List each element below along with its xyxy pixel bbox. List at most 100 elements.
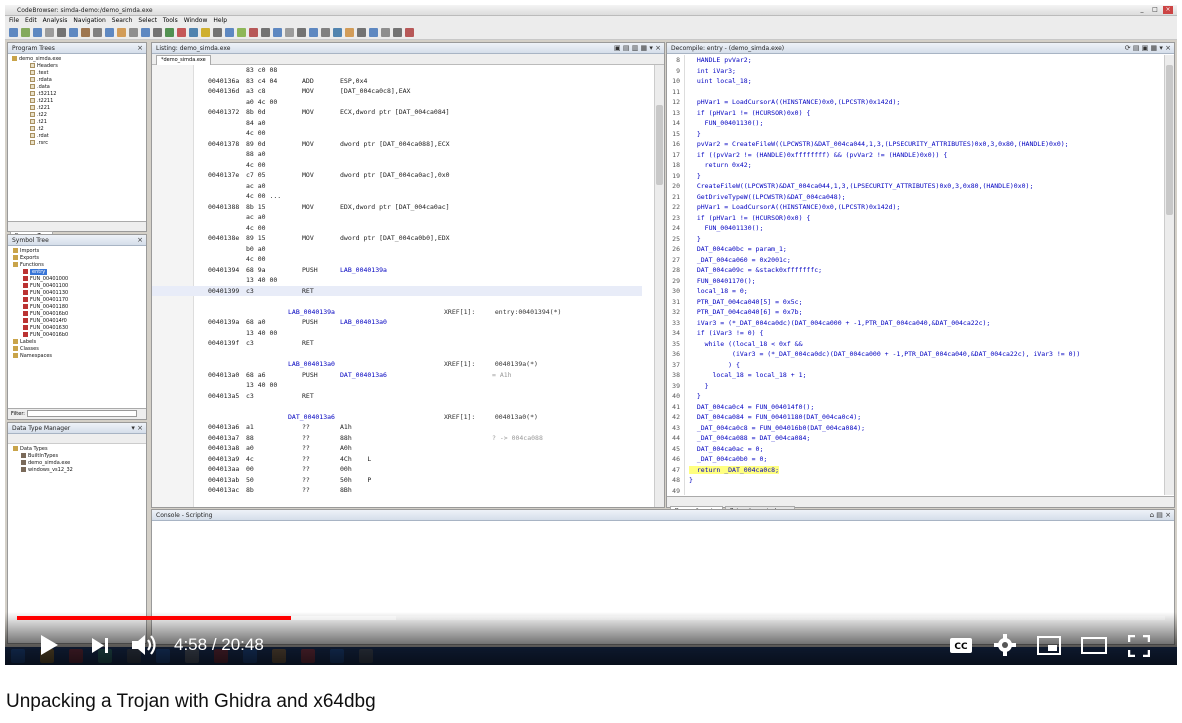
decompile-body[interactable]: 8 HANDLE pvVar2; 9 int iVar3; 10 uint loca… xyxy=(667,55,1164,495)
symbol-tree-function[interactable]: FUN_004016b0 xyxy=(11,332,143,339)
program-tree-item[interactable]: .rsrc xyxy=(12,140,142,147)
close-icon[interactable]: ▾ × xyxy=(131,423,143,433)
toolbar-button-icon[interactable] xyxy=(357,28,366,37)
decompile-line[interactable]: 38 local_18 = local_18 + 1; xyxy=(667,370,1164,381)
close-icon[interactable]: × xyxy=(137,43,143,53)
decompile-line[interactable]: 46 _DAT_004ca0b0 = 0; xyxy=(667,454,1164,465)
data-type-item[interactable]: Data Types xyxy=(11,446,143,453)
decompile-line[interactable]: 27 _DAT_004ca060 = 0x2001c; xyxy=(667,254,1164,265)
decompile-line[interactable]: 10 uint local_18; xyxy=(667,76,1164,87)
toolbar-button-icon[interactable] xyxy=(285,28,294,37)
toolbar-button-icon[interactable] xyxy=(321,28,330,37)
decompile-line[interactable]: 39 } xyxy=(667,380,1164,391)
symbol-tree-function[interactable]: FUN_00401180 xyxy=(11,304,143,311)
toolbar-button-icon[interactable] xyxy=(237,28,246,37)
decompile-line[interactable]: 24 FUN_00401130(); xyxy=(667,223,1164,234)
decompile-line[interactable]: 13 if (pHVar1 != (HCURSOR)0x0) { xyxy=(667,107,1164,118)
menu-item-window[interactable]: Window xyxy=(184,16,208,26)
toolbar-button-icon[interactable] xyxy=(225,28,234,37)
symbol-filter-input[interactable] xyxy=(26,410,137,417)
miniplayer-icon[interactable] xyxy=(1037,636,1061,655)
program-tree-item[interactable]: .text xyxy=(12,70,142,77)
toolbar-button-icon[interactable] xyxy=(129,28,138,37)
program-tree-item[interactable]: .t2211 xyxy=(12,98,142,105)
close-icon[interactable]: × xyxy=(137,235,143,245)
decompile-line[interactable]: 44 _DAT_004ca088 = DAT_004ca084; xyxy=(667,433,1164,444)
decompile-line[interactable]: 9 int iVar3; xyxy=(667,65,1164,76)
symbol-tree-function[interactable]: FUN_00401630 xyxy=(11,325,143,332)
decompile-line[interactable]: 26 DAT_004ca0bc = param_1; xyxy=(667,244,1164,255)
symbol-tree-category[interactable]: Imports xyxy=(11,248,143,255)
decompile-line[interactable]: 45 DAT_004ca0ac = 0; xyxy=(667,443,1164,454)
program-tree-item[interactable]: .t21 xyxy=(12,119,142,126)
toolbar-button-icon[interactable] xyxy=(177,28,186,37)
program-tree-item[interactable]: .t2 xyxy=(12,126,142,133)
toolbar-button-icon[interactable] xyxy=(393,28,402,37)
volume-icon[interactable] xyxy=(131,633,159,657)
decompile-line[interactable]: 8 HANDLE pvVar2; xyxy=(667,55,1164,66)
listing-body[interactable]: 83 c0 08 0040136a 83 c4 04 ADD ESP,0x4 004013… xyxy=(152,65,664,507)
toolbar-button-icon[interactable] xyxy=(201,28,210,37)
decompile-line[interactable]: 25 } xyxy=(667,233,1164,244)
decompile-line[interactable]: 37 ) { xyxy=(667,359,1164,370)
menu-item-edit[interactable]: Edit xyxy=(25,16,37,26)
next-icon[interactable] xyxy=(91,637,111,654)
toolbar-button-icon[interactable] xyxy=(297,28,306,37)
tab-listing[interactable]: *demo_simda.exe xyxy=(156,55,211,65)
decompile-line[interactable]: 23 if (pHVar1 != (HCURSOR)0x0) { xyxy=(667,212,1164,223)
decompile-line[interactable]: 28 DAT_004ca09c = &stack0xfffffffc; xyxy=(667,265,1164,276)
menu-item-tools[interactable]: Tools xyxy=(163,16,178,26)
toolbar-button-icon[interactable] xyxy=(165,28,174,37)
toolbar-button-icon[interactable] xyxy=(381,28,390,37)
tree-root[interactable]: demo_simda.exe xyxy=(12,56,142,63)
toolbar-button-icon[interactable] xyxy=(273,28,282,37)
menu-item-analysis[interactable]: Analysis xyxy=(43,16,68,26)
symbol-tree-category[interactable]: Namespaces xyxy=(11,353,143,360)
symbol-tree-function[interactable]: FUN_00401170 xyxy=(11,297,143,304)
menu-item-select[interactable]: Select xyxy=(138,16,157,26)
program-tree-item[interactable]: .t32112 xyxy=(12,91,142,98)
symbol-tree-function[interactable]: FUN_004016b0 xyxy=(11,311,143,318)
toolbar-button-icon[interactable] xyxy=(405,28,414,37)
theater-mode-icon[interactable] xyxy=(1081,637,1107,654)
program-tree-item[interactable]: .t221 xyxy=(12,105,142,112)
program-tree-item[interactable]: .rdata xyxy=(12,77,142,84)
symbol-tree-category[interactable]: Functions xyxy=(11,262,143,269)
toolbar-button-icon[interactable] xyxy=(33,28,42,37)
decompile-line[interactable]: 32 PTR_DAT_004ca040[6] = 0x7b; xyxy=(667,307,1164,318)
decompile-line[interactable]: 29 FUN_00401170(); xyxy=(667,275,1164,286)
decompile-line[interactable]: 35 while ((local_18 < 0xf && xyxy=(667,338,1164,349)
decompile-line[interactable]: 36 (iVar3 = (*_DAT_004ca0dc)(DAT_004ca00… xyxy=(667,349,1164,360)
video-player[interactable]: CodeBrowser: simda-demo:/demo_simda.exe … xyxy=(5,5,1177,665)
listing-row[interactable]: 00401399 c3 RET xyxy=(152,285,642,296)
toolbar-button-icon[interactable] xyxy=(249,28,258,37)
toolbar-button-icon[interactable] xyxy=(369,28,378,37)
decompile-line[interactable]: 41 DAT_004ca0c4 = FUN_004014f0(); xyxy=(667,401,1164,412)
toolbar-button-icon[interactable] xyxy=(57,28,66,37)
toolbar-button-icon[interactable] xyxy=(117,28,126,37)
decompile-line[interactable]: 30 local_18 = 0; xyxy=(667,286,1164,297)
close-icon[interactable]: × xyxy=(1163,6,1173,14)
decompile-line[interactable]: 33 iVar3 = (*_DAT_004ca0dc)(DAT_004ca000… xyxy=(667,317,1164,328)
toolbar-button-icon[interactable] xyxy=(45,28,54,37)
decompile-line[interactable]: 31 PTR_DAT_004ca040[5] = 0x5c; xyxy=(667,296,1164,307)
decompile-line[interactable]: 42 DAT_004ca084 = FUN_00401180(DAT_004ca… xyxy=(667,412,1164,423)
decompile-line[interactable]: 21 GetDriveTypeW((LPCWSTR)&DAT_004ca048)… xyxy=(667,191,1164,202)
menu-item-search[interactable]: Search xyxy=(112,16,133,26)
toolbar-button-icon[interactable] xyxy=(333,28,342,37)
symbol-tree-category[interactable]: Exports xyxy=(11,255,143,262)
minimize-icon[interactable]: _ xyxy=(1137,6,1147,14)
symbol-tree-function[interactable]: FUN_00401100 xyxy=(11,283,143,290)
decompile-line[interactable]: 22 pHVar1 = LoadCursorA((HINSTANCE)0x0,(… xyxy=(667,202,1164,213)
toolbar-button-icon[interactable] xyxy=(345,28,354,37)
toolbar-button-icon[interactable] xyxy=(213,28,222,37)
symbol-tree-function[interactable]: FUN_00401000 xyxy=(11,276,143,283)
decompile-line[interactable]: 20 CreateFileW((LPCWSTR)&DAT_004ca044,1,… xyxy=(667,181,1164,192)
decompile-scrollbar[interactable] xyxy=(1164,55,1174,495)
toolbar-button-icon[interactable] xyxy=(309,28,318,37)
close-icon[interactable]: ⌂ ▤ × xyxy=(1150,510,1171,520)
decompile-line[interactable]: 19 } xyxy=(667,170,1164,181)
symbol-tree-category[interactable]: Labels xyxy=(11,339,143,346)
toolbar-button-icon[interactable] xyxy=(141,28,150,37)
toolbar-button-icon[interactable] xyxy=(93,28,102,37)
